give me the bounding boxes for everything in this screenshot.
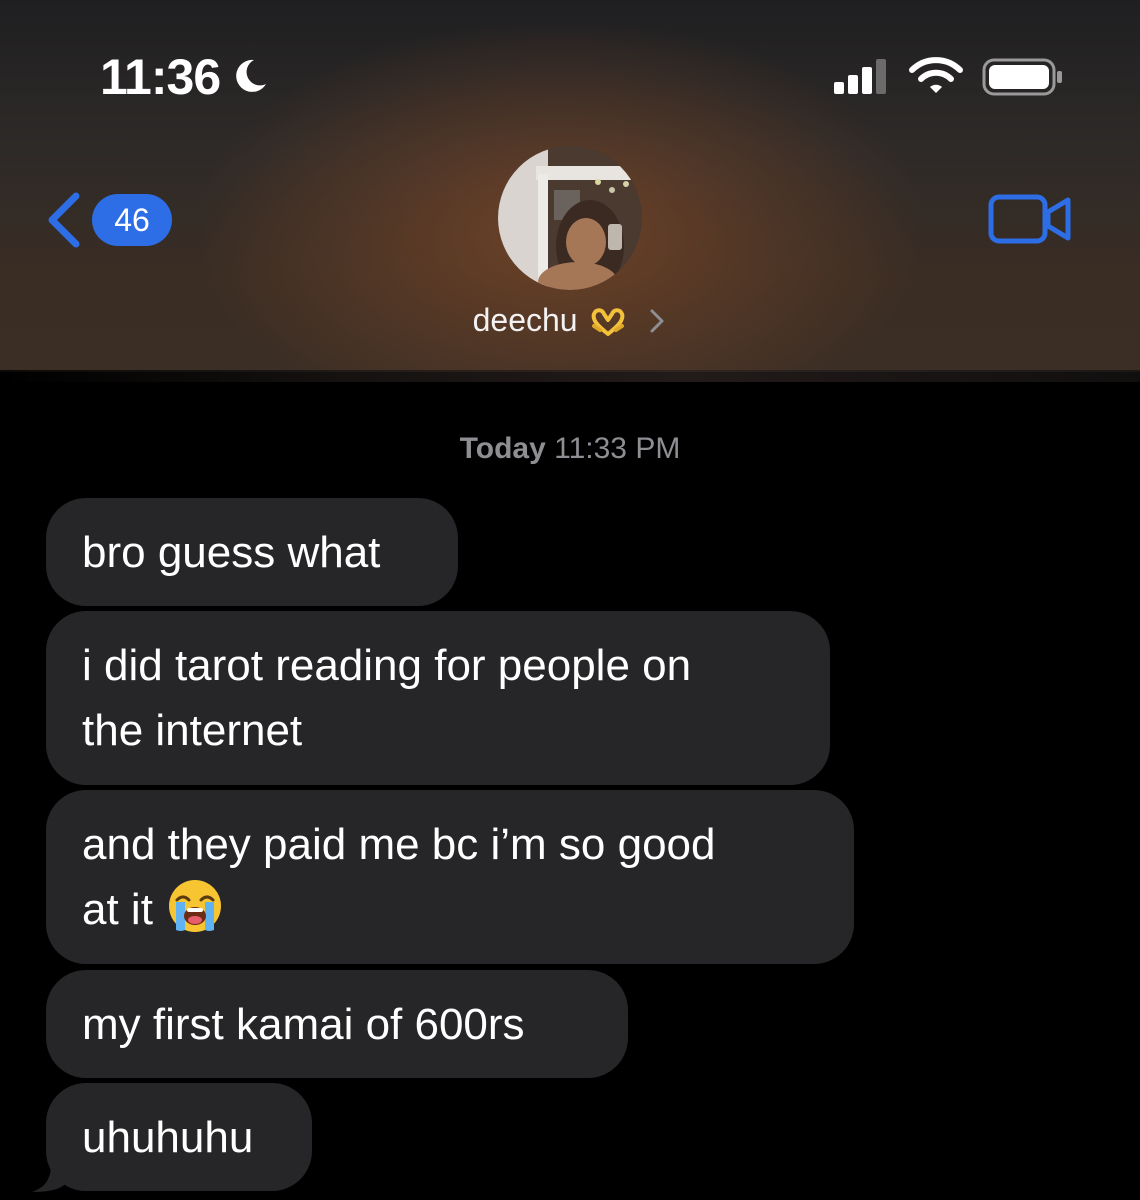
message-text-line: i did tarot reading for people on [82, 641, 692, 690]
message-text: uhuhuhu [82, 1113, 254, 1162]
unread-count-badge: 46 [92, 194, 172, 246]
received-message-bubble[interactable]: my first kamai of 600rs [46, 970, 628, 1078]
bubble-tail [32, 1150, 68, 1192]
back-button[interactable]: 46 [44, 188, 174, 252]
avatar-photo [498, 146, 642, 290]
message-text-line: the internet [82, 706, 303, 755]
contact-name: deechu [472, 302, 578, 339]
chevron-left-icon [48, 192, 80, 248]
battery-icon [982, 58, 1062, 96]
wifi-icon [909, 57, 963, 93]
contact-avatar[interactable] [498, 146, 642, 290]
contact-name-button[interactable]: deechu [0, 300, 1140, 339]
status-time: 11:36 [100, 49, 221, 105]
heart-hands-icon [592, 307, 625, 336]
timestamp-day: Today [459, 432, 546, 465]
imessage-screen: 11:36 46 deechu Today 11:33 PM bro guess… [0, 0, 1140, 1200]
header-divider [0, 370, 1140, 382]
chevron-right-icon [650, 309, 664, 333]
message-text: bro guess what [82, 528, 381, 577]
timestamp-time: 11:33 PM [554, 432, 681, 465]
moon-icon [236, 59, 266, 92]
message-timestamp: Today 11:33 PM [0, 432, 1140, 466]
received-message-bubble[interactable]: uhuhuhu [46, 1083, 312, 1191]
message-text-line: at it [82, 885, 153, 934]
loudly-crying-face-icon [168, 880, 221, 932]
signal-icon [834, 59, 886, 94]
message-text: my first kamai of 600rs [82, 1000, 525, 1049]
received-message-bubble[interactable]: bro guess what [46, 498, 458, 606]
message-text-line: and they paid me bc i’m so good [82, 820, 716, 869]
received-message-bubble[interactable]: and they paid me bc i’m so good at it [46, 790, 854, 964]
received-message-bubble[interactable]: i did tarot reading for people on the in… [46, 611, 830, 785]
video-camera-icon[interactable] [988, 192, 1072, 246]
